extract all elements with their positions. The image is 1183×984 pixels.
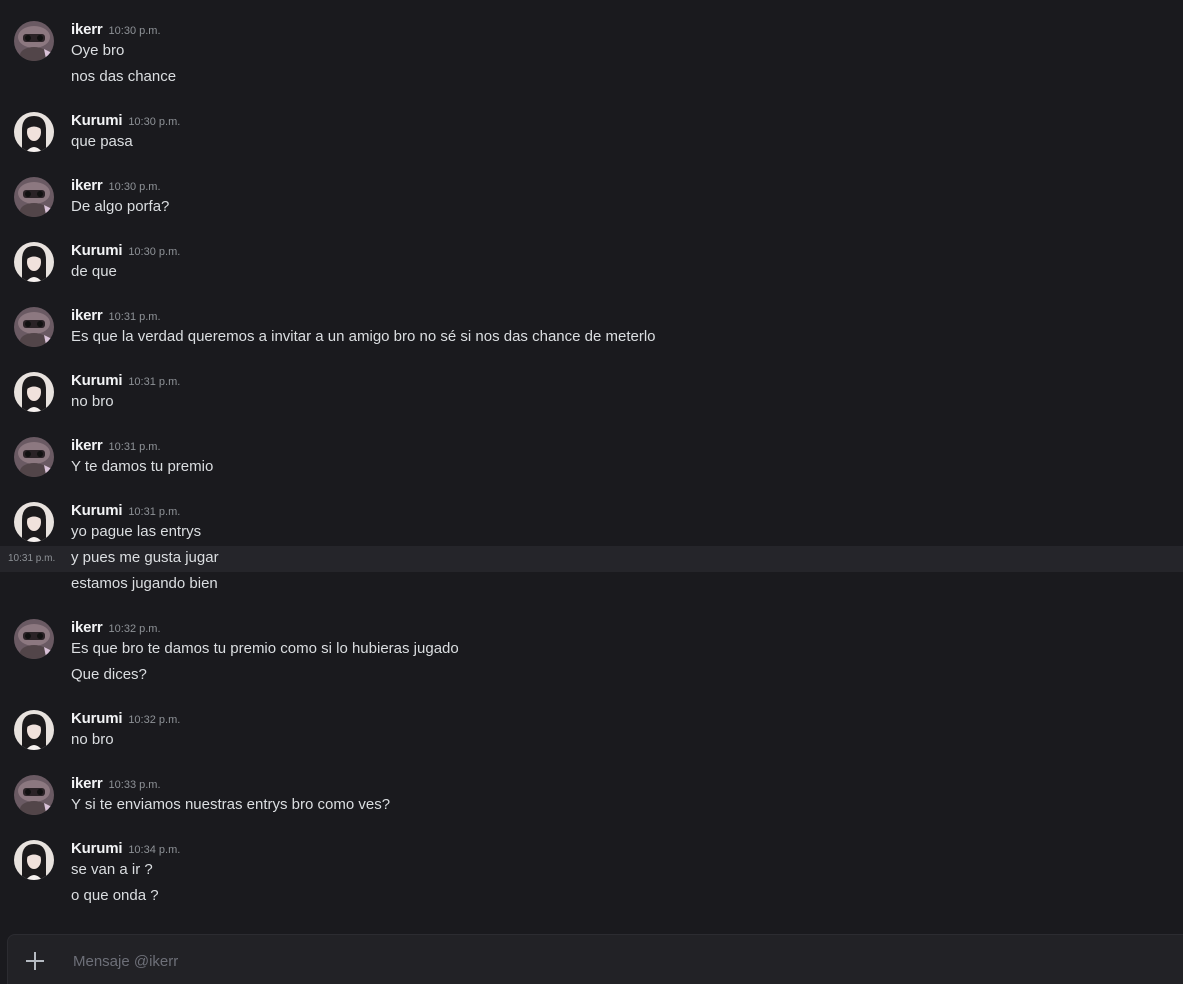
message-line[interactable]: o que onda ?: [0, 884, 1183, 910]
message-text: Y te damos tu premio: [71, 458, 214, 475]
message-text: De algo porfa?: [71, 198, 170, 215]
message-text: Es que bro te damos tu premio como si lo…: [71, 640, 459, 657]
message-text: Es que la verdad queremos a invitar a un…: [71, 328, 656, 345]
message-text: estamos jugando bien: [71, 575, 218, 592]
username[interactable]: ikerr: [71, 775, 103, 792]
message-header: Kurumi 10:34 p.m.: [71, 840, 180, 860]
message-text: no bro: [71, 393, 114, 410]
message-line[interactable]: yo pague las entrys: [0, 520, 1183, 546]
username[interactable]: ikerr: [71, 437, 103, 454]
username[interactable]: Kurumi: [71, 502, 123, 519]
username[interactable]: Kurumi: [71, 372, 123, 389]
username[interactable]: ikerr: [71, 177, 103, 194]
message-text: no bro: [71, 731, 114, 748]
message-line[interactable]: De algo porfa?: [0, 195, 1183, 221]
message-line[interactable]: Oye bro: [0, 39, 1183, 65]
timestamp: 10:31 p.m.: [128, 506, 181, 518]
message-header: ikerr 10:30 p.m.: [71, 21, 161, 41]
message-line-hovered[interactable]: 10:31 p.m. y pues me gusta jugar: [0, 546, 1183, 572]
message-composer: [7, 934, 1183, 984]
message-text: o que onda ?: [71, 887, 159, 904]
username[interactable]: Kurumi: [71, 242, 123, 259]
message-header: ikerr 10:31 p.m.: [71, 437, 161, 457]
message-header: ikerr 10:30 p.m.: [71, 177, 161, 197]
message-text: se van a ir ?: [71, 861, 153, 878]
username[interactable]: ikerr: [71, 21, 103, 38]
plus-icon[interactable]: [25, 951, 45, 971]
message-text: de que: [71, 263, 117, 280]
message-line[interactable]: Que dices?: [0, 663, 1183, 689]
message-text: y pues me gusta jugar: [71, 549, 219, 566]
username[interactable]: Kurumi: [71, 840, 123, 857]
username[interactable]: ikerr: [71, 307, 103, 324]
message-line[interactable]: Es que la verdad queremos a invitar a un…: [0, 325, 1183, 351]
timestamp: 10:31 p.m.: [108, 311, 161, 323]
message-header: Kurumi 10:30 p.m.: [71, 242, 180, 262]
message-line[interactable]: se van a ir ?: [0, 858, 1183, 884]
message-line[interactable]: de que: [0, 260, 1183, 286]
message-text: Que dices?: [71, 666, 147, 683]
message-line[interactable]: no bro: [0, 728, 1183, 754]
message-header: ikerr 10:32 p.m.: [71, 619, 161, 639]
username[interactable]: Kurumi: [71, 112, 123, 129]
timestamp: 10:30 p.m.: [108, 25, 161, 37]
message-line[interactable]: estamos jugando bien: [0, 572, 1183, 598]
timestamp: 10:33 p.m.: [108, 779, 161, 791]
message-list: ikerr 10:30 p.m. Oye bro nos das chance K…: [0, 0, 1183, 930]
message-line[interactable]: Es que bro te damos tu premio como si lo…: [0, 637, 1183, 663]
message-input[interactable]: [71, 947, 1165, 975]
message-text: Y si te enviamos nuestras entrys bro com…: [71, 796, 391, 813]
dm-chat-window: ikerr 10:30 p.m. Oye bro nos das chance K…: [0, 0, 1183, 984]
message-header: Kurumi 10:31 p.m.: [71, 372, 180, 392]
timestamp: 10:30 p.m.: [128, 116, 181, 128]
hover-timestamp: 10:31 p.m.: [8, 553, 56, 564]
message-text: nos das chance: [71, 68, 177, 85]
message-line[interactable]: Y si te enviamos nuestras entrys bro com…: [0, 793, 1183, 819]
message-text: que pasa: [71, 133, 133, 150]
timestamp: 10:34 p.m.: [128, 844, 181, 856]
username[interactable]: Kurumi: [71, 710, 123, 727]
message-line[interactable]: nos das chance: [0, 65, 1183, 91]
timestamp: 10:32 p.m.: [108, 623, 161, 635]
message-line[interactable]: Y te damos tu premio: [0, 455, 1183, 481]
message-line[interactable]: no bro: [0, 390, 1183, 416]
message-text: Oye bro: [71, 42, 125, 59]
timestamp: 10:31 p.m.: [108, 441, 161, 453]
message-header: ikerr 10:31 p.m.: [71, 307, 161, 327]
message-text: yo pague las entrys: [71, 523, 202, 540]
message-header: Kurumi 10:30 p.m.: [71, 112, 180, 132]
timestamp: 10:30 p.m.: [128, 246, 181, 258]
timestamp: 10:30 p.m.: [108, 181, 161, 193]
username[interactable]: ikerr: [71, 619, 103, 636]
timestamp: 10:32 p.m.: [128, 714, 181, 726]
message-header: Kurumi 10:32 p.m.: [71, 710, 180, 730]
timestamp: 10:31 p.m.: [128, 376, 181, 388]
message-header: Kurumi 10:31 p.m.: [71, 502, 180, 522]
message-header: ikerr 10:33 p.m.: [71, 775, 161, 795]
message-line[interactable]: que pasa: [0, 130, 1183, 156]
